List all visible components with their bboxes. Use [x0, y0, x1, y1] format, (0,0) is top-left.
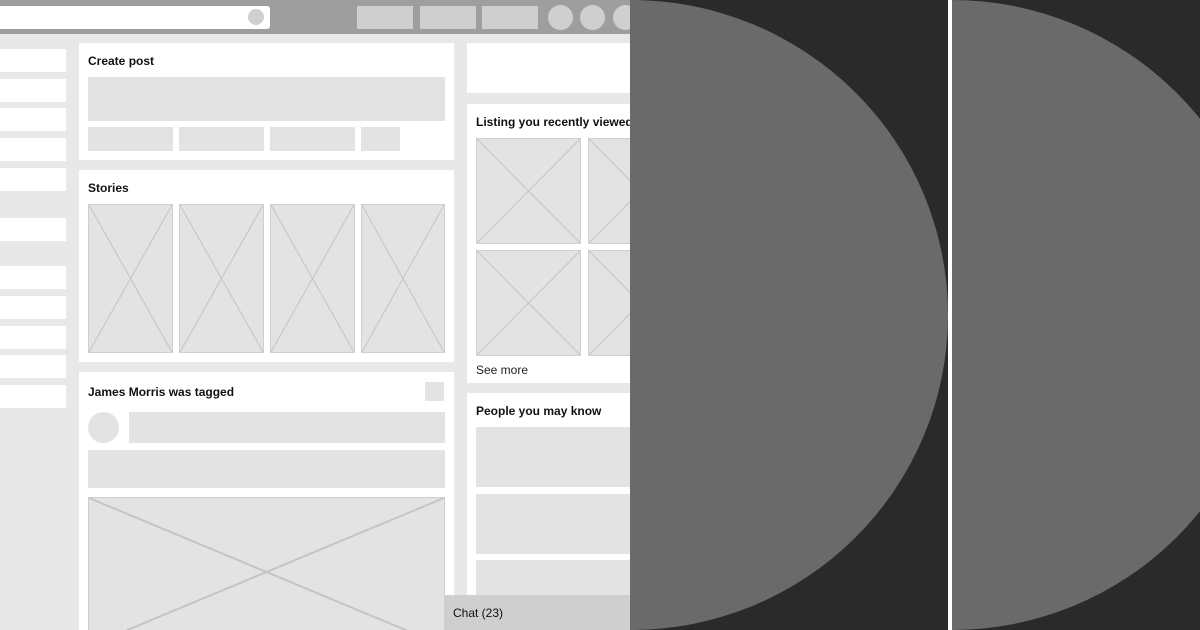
story-thumbnail[interactable] — [361, 204, 445, 353]
person-suggestion[interactable] — [476, 427, 630, 487]
post-image[interactable] — [88, 497, 445, 630]
nav-icon-1[interactable] — [548, 5, 573, 30]
nav-button-1[interactable] — [357, 6, 413, 29]
story-thumbnail[interactable] — [88, 204, 173, 353]
sidebar-item[interactable] — [0, 218, 66, 241]
tagged-post-title: James Morris was tagged — [88, 385, 235, 399]
listing-thumbnail[interactable] — [588, 138, 630, 244]
nav-button-3[interactable] — [482, 6, 538, 29]
nav-icon-2[interactable] — [580, 5, 605, 30]
nav-icon-3[interactable] — [613, 5, 630, 30]
sidebar-item[interactable] — [0, 168, 66, 191]
large-circle-shape — [952, 0, 1200, 630]
sidebar-item[interactable] — [0, 108, 66, 131]
post-menu-button[interactable] — [425, 382, 444, 401]
create-post-card: Create post — [79, 43, 454, 160]
stories-title: Stories — [88, 181, 129, 195]
tagged-post-card: James Morris was tagged — [79, 372, 454, 630]
listing-thumbnail[interactable] — [588, 250, 630, 356]
post-author-line — [129, 412, 445, 443]
see-more-link[interactable]: See more — [476, 363, 528, 377]
sidebar-item[interactable] — [0, 49, 66, 72]
post-option-button[interactable] — [270, 127, 355, 151]
social-app-wireframe: Create post Stories James Morris was tag… — [0, 0, 630, 630]
story-thumbnail[interactable] — [179, 204, 264, 353]
chat-label: Chat (23) — [453, 606, 504, 620]
sidebar-item[interactable] — [0, 355, 66, 378]
create-post-title: Create post — [88, 54, 155, 68]
sidebar-item[interactable] — [0, 79, 66, 102]
right-top-card — [467, 43, 630, 93]
sidebar-item[interactable] — [0, 266, 66, 289]
sidebar-item[interactable] — [0, 138, 66, 161]
search-icon — [248, 9, 264, 25]
top-nav-bar — [0, 0, 630, 34]
people-title: People you may know — [476, 404, 602, 418]
dark-panel-2 — [952, 0, 1200, 630]
post-text-block — [88, 450, 445, 488]
recently-viewed-title: Listing you recently viewed — [476, 115, 630, 129]
large-circle-shape — [630, 0, 948, 630]
dark-panel-1 — [630, 0, 948, 630]
avatar[interactable] — [88, 412, 119, 443]
nav-button-2[interactable] — [420, 6, 476, 29]
listing-thumbnail[interactable] — [476, 250, 581, 356]
listing-thumbnail[interactable] — [476, 138, 581, 244]
person-suggestion[interactable] — [476, 494, 630, 554]
sidebar-item[interactable] — [0, 385, 66, 408]
search-input[interactable] — [0, 6, 270, 29]
recently-viewed-card: Listing you recently viewed See more — [467, 104, 630, 383]
stories-card: Stories — [79, 170, 454, 362]
post-text-input[interactable] — [88, 77, 445, 121]
post-option-button[interactable] — [361, 127, 400, 151]
post-option-button[interactable] — [179, 127, 264, 151]
chat-bar[interactable]: Chat (23) — [444, 595, 630, 630]
sidebar-item[interactable] — [0, 326, 66, 349]
post-option-button[interactable] — [88, 127, 173, 151]
story-thumbnail[interactable] — [270, 204, 355, 353]
sidebar-item[interactable] — [0, 296, 66, 319]
